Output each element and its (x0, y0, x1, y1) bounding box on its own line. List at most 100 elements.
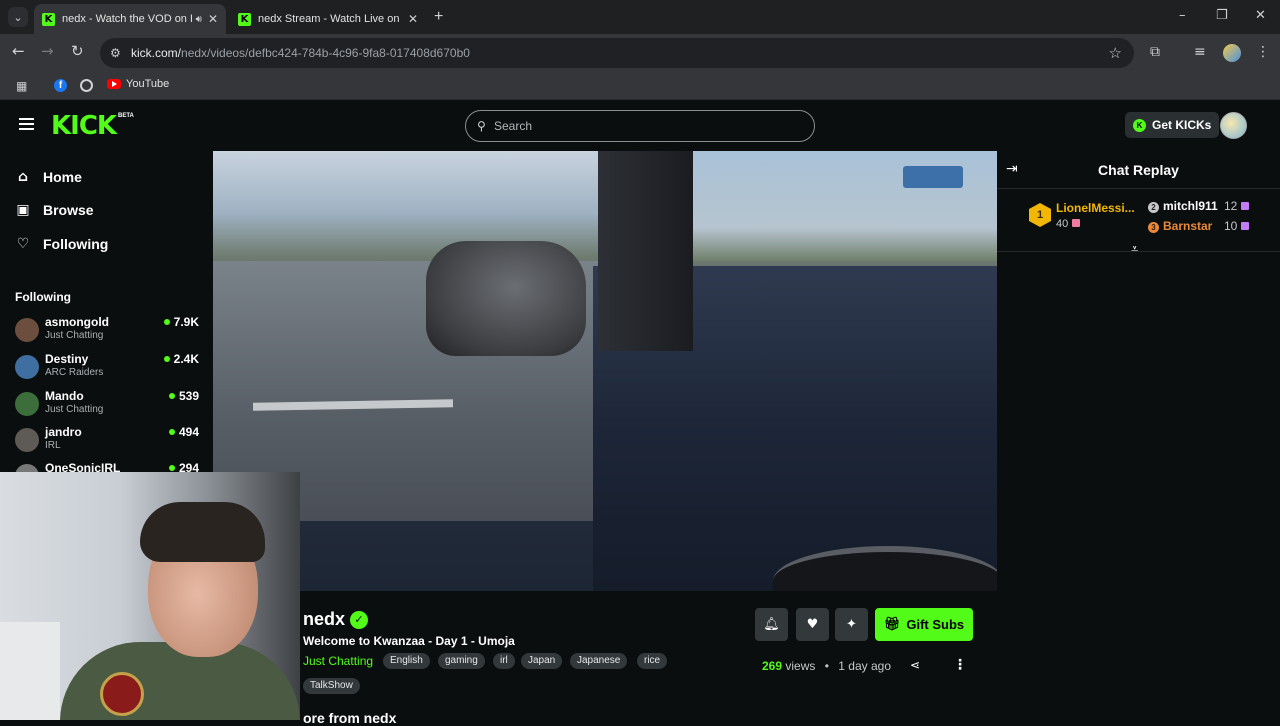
live-dot-icon (168, 465, 175, 471)
leaderboard-value: 10 (1224, 219, 1250, 233)
media-control-icon[interactable]: ≡ (1194, 44, 1206, 60)
tag[interactable]: irl (493, 653, 515, 669)
tab-live[interactable]: K nedx Stream - Watch Live on Ki ✕ (230, 4, 426, 34)
live-dot-icon (168, 429, 175, 435)
viewer-count: 539 (168, 389, 199, 403)
leaderboard-value: 40 (1056, 218, 1081, 230)
video-frame-pillar (598, 151, 693, 351)
forward-icon[interactable]: → (41, 42, 54, 60)
webcam-overlay (0, 472, 300, 720)
search-icon: ⚲ (477, 119, 486, 133)
close-window-icon[interactable]: ✕ (1255, 8, 1266, 23)
stream-category[interactable]: Just Chatting (303, 654, 373, 668)
kicks-coin-icon: K (1133, 118, 1146, 132)
video-age: 1 day ago (838, 659, 891, 673)
kicks-button[interactable]: ✦ (835, 608, 868, 641)
channel-category: Just Chatting (45, 330, 104, 341)
sidebar-item-browse[interactable]: ▣ Browse (15, 202, 93, 218)
bookmark-label: YouTube (126, 78, 170, 90)
facebook-icon[interactable]: f (54, 79, 67, 92)
followed-channel[interactable]: jandro IRL 494 (15, 425, 205, 459)
live-dot-icon (163, 319, 170, 325)
bell-icon: 🔔︎ (763, 617, 780, 632)
avatar (15, 318, 39, 342)
following-heading: Following (15, 290, 71, 304)
rank-badge: 3 (1148, 222, 1159, 233)
audio-icon[interactable]: 🔊︎ (196, 14, 202, 25)
user-avatar[interactable] (1220, 112, 1247, 139)
heart-icon: ♥ (806, 617, 819, 632)
apps-grid-icon[interactable]: ▦ (16, 79, 27, 93)
restore-icon[interactable]: ❐ (1216, 8, 1228, 23)
channel-category: IRL (45, 440, 61, 451)
kick-favicon: K (238, 12, 251, 26)
video-player[interactable] (213, 151, 997, 591)
get-kicks-label: Get KICKs (1152, 118, 1212, 132)
close-tab-icon[interactable]: ✕ (408, 12, 418, 26)
tag[interactable]: rice (637, 653, 668, 669)
more-options-icon[interactable]: ⋮ (953, 657, 967, 673)
viewer-count: 7.9K (163, 315, 199, 329)
sidebar-item-home[interactable]: ⌂ Home (15, 169, 82, 185)
follow-button[interactable]: ♥ (796, 608, 829, 641)
gift-subs-label: Gift Subs (906, 617, 965, 632)
sidebar-item-following[interactable]: ♡ Following (15, 236, 109, 252)
menu-icon[interactable] (19, 118, 34, 130)
leaderboard-entry[interactable]: 3 Barnstar 10 (1148, 219, 1250, 233)
notification-bell-button[interactable]: 🔔︎ (755, 608, 788, 641)
site-header: KICK BETA ⚲ Search K Get KICKs (0, 100, 1280, 151)
browser-tab-bar: ⌄ K nedx - Watch the VOD on Ki 🔊︎ ✕ K ne… (0, 0, 1280, 34)
share-icon[interactable]: ⋖ (910, 658, 920, 672)
close-tab-icon[interactable]: ✕ (208, 12, 218, 26)
followed-channel[interactable]: Mando Just Chatting 539 (15, 389, 205, 423)
leaderboard-name: mitchl911 (1163, 199, 1218, 213)
browser-menu-icon[interactable]: ⋮ (1256, 44, 1270, 60)
channel-name[interactable]: nedx (303, 609, 345, 630)
bookmark-star-icon[interactable]: ☆ (1109, 44, 1122, 62)
get-kicks-button[interactable]: K Get KICKs (1125, 112, 1220, 138)
leaderboard-name: Barnstar (1163, 219, 1213, 233)
url-text[interactable]: kick.com/nedx/videos/defbc424-784b-4c96-… (131, 46, 470, 60)
followed-channel[interactable]: Destiny ARC Raiders 2.4K (15, 352, 205, 386)
viewer-count: 494 (168, 425, 199, 439)
search-input[interactable]: ⚲ Search (465, 110, 815, 142)
kick-logo[interactable]: KICK (51, 111, 117, 141)
followed-channel[interactable]: asmongold Just Chatting 7.9K (15, 315, 205, 349)
avatar (15, 355, 39, 379)
tag[interactable]: gaming (438, 653, 485, 669)
tab-title: nedx - Watch the VOD on Ki (62, 13, 192, 25)
site-info-icon[interactable]: ⚙ (110, 46, 121, 60)
minimize-icon[interactable]: – (1179, 8, 1186, 23)
address-bar[interactable]: ⚙ kick.com/nedx/videos/defbc424-784b-4c9… (100, 38, 1134, 68)
leaderboard-name[interactable]: LionelMessi... (1056, 201, 1135, 215)
separator: • (824, 659, 829, 673)
home-icon: ⌂ (17, 169, 29, 185)
profile-icon[interactable] (1223, 44, 1241, 62)
tag[interactable]: Japanese (570, 653, 628, 669)
leaderboard-entry[interactable]: 2 mitchl911 12 (1148, 199, 1250, 213)
tab-vod[interactable]: K nedx - Watch the VOD on Ki 🔊︎ ✕ (34, 4, 226, 34)
tab-search-button[interactable]: ⌄ (8, 7, 28, 27)
reload-icon[interactable]: ↻ (71, 42, 84, 60)
video-stats: 269 views • 1 day ago (762, 659, 891, 673)
gift-subs-button[interactable]: 🎁︎ Gift Subs (875, 608, 973, 641)
back-icon[interactable]: ← (12, 42, 25, 60)
new-tab-button[interactable]: + (434, 8, 443, 26)
view-count: 269 (762, 659, 783, 673)
globe-icon[interactable] (80, 79, 93, 92)
avatar (15, 392, 39, 416)
tab-title: nedx Stream - Watch Live on Ki (258, 13, 402, 25)
sidebar: ⌂ Home ▣ Browse ♡ Following Following as… (0, 151, 213, 488)
tag[interactable]: Japan (521, 653, 563, 669)
tag[interactable]: TalkShow (303, 678, 360, 694)
extensions-icon[interactable]: ⧉ (1150, 44, 1160, 60)
expand-leaderboard-icon[interactable]: ⩡ (1131, 242, 1138, 257)
divider (997, 188, 1280, 189)
chat-title: Chat Replay (1098, 162, 1179, 178)
channel-name: jandro (45, 425, 82, 439)
bookmark-youtube[interactable]: YouTube (107, 78, 169, 90)
tag[interactable]: English (383, 653, 430, 669)
search-placeholder: Search (494, 119, 533, 133)
channel-name: asmongold (45, 315, 110, 329)
sparkle-icon: ✦ (846, 617, 857, 632)
